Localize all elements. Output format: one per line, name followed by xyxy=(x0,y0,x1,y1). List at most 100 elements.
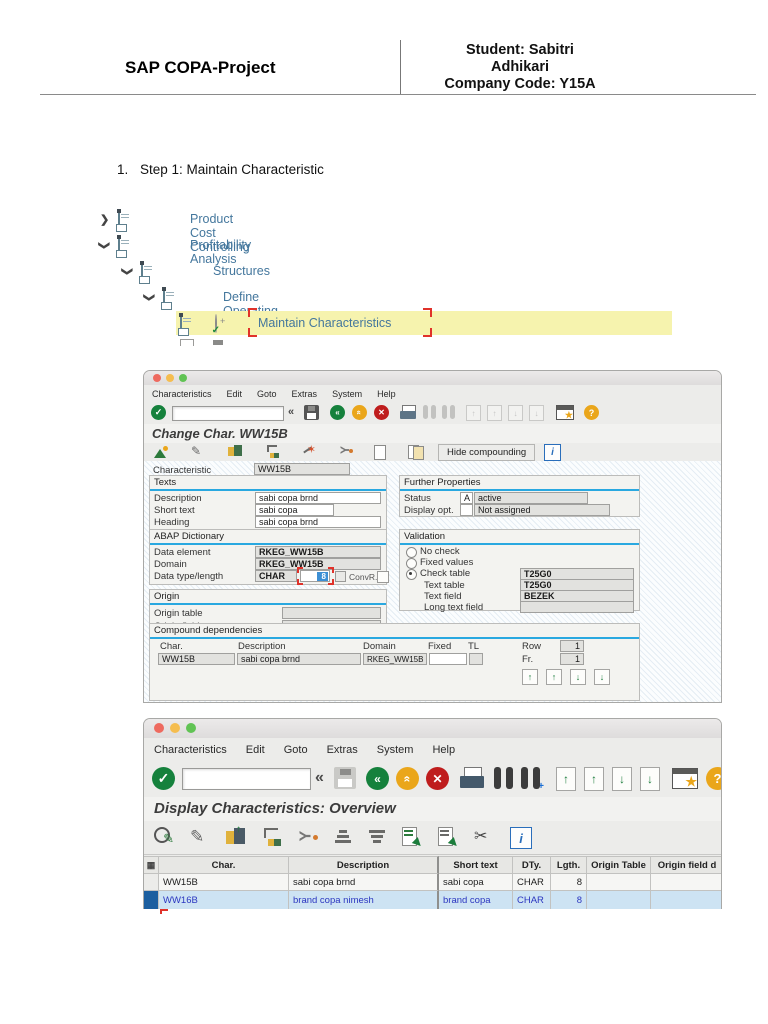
new-session-icon[interactable]: ★ xyxy=(556,405,574,420)
no-check-radio[interactable] xyxy=(406,547,417,558)
column-header-dty[interactable]: DTy. xyxy=(513,856,551,874)
display-change-magnifier-icon[interactable]: ✎ xyxy=(154,827,174,847)
last-page-icon[interactable]: ↓ xyxy=(529,405,544,421)
select-detail-icon[interactable]: ▶ xyxy=(402,827,425,850)
save-icon[interactable] xyxy=(304,405,319,420)
menu-help[interactable]: Help xyxy=(432,744,455,756)
help-button[interactable]: ? xyxy=(584,405,599,420)
chevron-down-icon[interactable]: ❯ xyxy=(143,293,156,302)
hide-compounding-button[interactable]: Hide compounding xyxy=(438,444,536,461)
close-traffic-light[interactable] xyxy=(154,723,164,733)
table-row-ww16b-selected[interactable]: WW16B brand copa nimesh brand copa CHAR … xyxy=(144,891,721,909)
sort-ascending-icon[interactable] xyxy=(334,828,354,846)
window-titlebar[interactable] xyxy=(144,371,721,386)
transport-crane-icon[interactable] xyxy=(262,827,282,847)
menu-system[interactable]: System xyxy=(377,744,414,756)
menu-extras[interactable]: Extras xyxy=(292,389,318,399)
compound-prev-page-icon[interactable]: ↑ xyxy=(546,669,562,685)
column-header-short-text[interactable]: Short text xyxy=(439,856,513,874)
menu-extras[interactable]: Extras xyxy=(327,744,358,756)
compound-first-page-icon[interactable]: ↑ xyxy=(522,669,538,685)
minimize-traffic-light[interactable] xyxy=(170,723,180,733)
create-page-icon[interactable] xyxy=(374,445,386,460)
cancel-button[interactable]: ✕ xyxy=(374,405,389,420)
previous-page-icon[interactable]: ↑ xyxy=(584,767,604,791)
sort-descending-icon[interactable] xyxy=(368,828,388,846)
menu-edit[interactable]: Edit xyxy=(227,389,243,399)
tree-item-label[interactable]: Structures xyxy=(213,264,270,278)
origin-table-field[interactable] xyxy=(282,607,381,619)
enter-button[interactable]: ✓ xyxy=(152,767,175,790)
domain-field[interactable]: RKEG_WW15B xyxy=(255,558,381,570)
column-header-lgth[interactable]: Lgth. xyxy=(551,856,587,874)
tree-row-profitability[interactable]: ❯ Profitability Analysis xyxy=(98,235,251,266)
status-code-field[interactable]: A xyxy=(460,492,473,504)
tree-row-structures[interactable]: ❯ Structures xyxy=(121,261,270,284)
select-all-icon[interactable]: ▦ xyxy=(144,856,159,874)
exit-button[interactable]: « xyxy=(352,405,367,420)
fr-number-field[interactable]: 1 xyxy=(560,653,584,665)
display-opt-text-field[interactable]: Not assigned xyxy=(474,504,610,516)
compound-tl-cell[interactable] xyxy=(469,653,483,665)
print-icon[interactable] xyxy=(400,405,416,420)
save-icon-disabled[interactable] xyxy=(334,767,356,789)
menu-help[interactable]: Help xyxy=(377,389,396,399)
zoom-traffic-light[interactable] xyxy=(186,723,196,733)
cell-description[interactable]: brand copa nimesh xyxy=(289,891,439,909)
cancel-button[interactable]: ✕ xyxy=(426,767,449,790)
find-icon[interactable] xyxy=(494,767,513,789)
copy-clipboard-icon[interactable]: ↑ xyxy=(226,824,246,847)
table-row-ww15b[interactable]: WW15B sabi copa brnd sabi copa CHAR 8 xyxy=(144,874,721,891)
cell-char[interactable]: WW16B xyxy=(159,891,289,909)
fixed-values-radio[interactable] xyxy=(406,558,417,569)
heading-field[interactable]: sabi copa brnd xyxy=(255,516,381,528)
long-text-field-field[interactable] xyxy=(520,601,634,613)
editor-mini-icon[interactable] xyxy=(335,571,346,582)
zoom-traffic-light[interactable] xyxy=(179,374,187,382)
cut-scissors-icon[interactable]: ✂ xyxy=(474,826,494,846)
cell-origin-field[interactable] xyxy=(651,874,721,891)
info-icon[interactable]: i xyxy=(544,444,561,461)
column-header-origin-field[interactable]: Origin field d xyxy=(651,856,721,874)
display-opt-code-field[interactable] xyxy=(460,504,473,516)
previous-page-icon[interactable]: ↑ xyxy=(487,405,502,421)
mountain-chart-icon[interactable] xyxy=(154,445,168,458)
compound-next-page-icon[interactable]: ↓ xyxy=(570,669,586,685)
cell-lgth[interactable]: 8 xyxy=(551,874,587,891)
compound-description-cell[interactable]: sabi copa brnd xyxy=(237,653,361,665)
help-button[interactable]: ? xyxy=(706,767,721,790)
cell-char[interactable]: WW15B xyxy=(159,874,289,891)
window-titlebar[interactable] xyxy=(144,719,721,739)
short-text-field[interactable]: sabi copa xyxy=(255,504,334,516)
display-change-pencil-icon[interactable]: ✎ xyxy=(191,444,205,458)
row-select-cell[interactable] xyxy=(144,874,159,891)
tree-item-label[interactable]: Maintain Characteristics xyxy=(258,316,391,330)
compound-domain-cell[interactable]: RKEG_WW15B xyxy=(363,653,427,665)
tree-item-label[interactable]: Profitability Analysis xyxy=(190,238,251,266)
command-field[interactable] xyxy=(172,406,284,421)
menu-characteristics[interactable]: Characteristics xyxy=(154,744,227,756)
next-page-icon[interactable]: ↓ xyxy=(508,405,523,421)
menu-goto[interactable]: Goto xyxy=(257,389,277,399)
column-header-description[interactable]: Description xyxy=(289,856,439,874)
data-element-field[interactable]: RKEG_WW15B xyxy=(255,546,381,558)
length-field[interactable]: 8 xyxy=(300,570,330,582)
info-icon[interactable]: i xyxy=(510,827,532,849)
wand-icon[interactable]: ✶ xyxy=(302,444,316,458)
where-used-split-icon[interactable]: Y xyxy=(297,827,318,847)
find-next-icon[interactable] xyxy=(442,405,455,419)
command-field[interactable] xyxy=(182,768,311,790)
tree-row-product-cost[interactable]: ❯ Product Cost Controlling xyxy=(100,209,250,254)
where-used-split-icon[interactable]: Y xyxy=(338,444,353,458)
cell-dty[interactable]: CHAR xyxy=(513,891,551,909)
cell-origin-table[interactable] xyxy=(587,891,651,909)
description-field[interactable]: sabi copa brnd xyxy=(255,492,381,504)
menu-characteristics[interactable]: Characteristics xyxy=(152,389,212,399)
menu-goto[interactable]: Goto xyxy=(284,744,308,756)
tree-row-maintain-characteristics[interactable]: + ✓ Maintain Characteristics xyxy=(176,308,672,337)
cell-description[interactable]: sabi copa brnd xyxy=(289,874,439,891)
status-text-field[interactable]: active xyxy=(474,492,588,504)
characteristic-field[interactable]: WW15B xyxy=(254,463,350,475)
row-select-cell-selected[interactable] xyxy=(144,891,159,909)
find-next-icon[interactable]: + xyxy=(521,767,544,792)
